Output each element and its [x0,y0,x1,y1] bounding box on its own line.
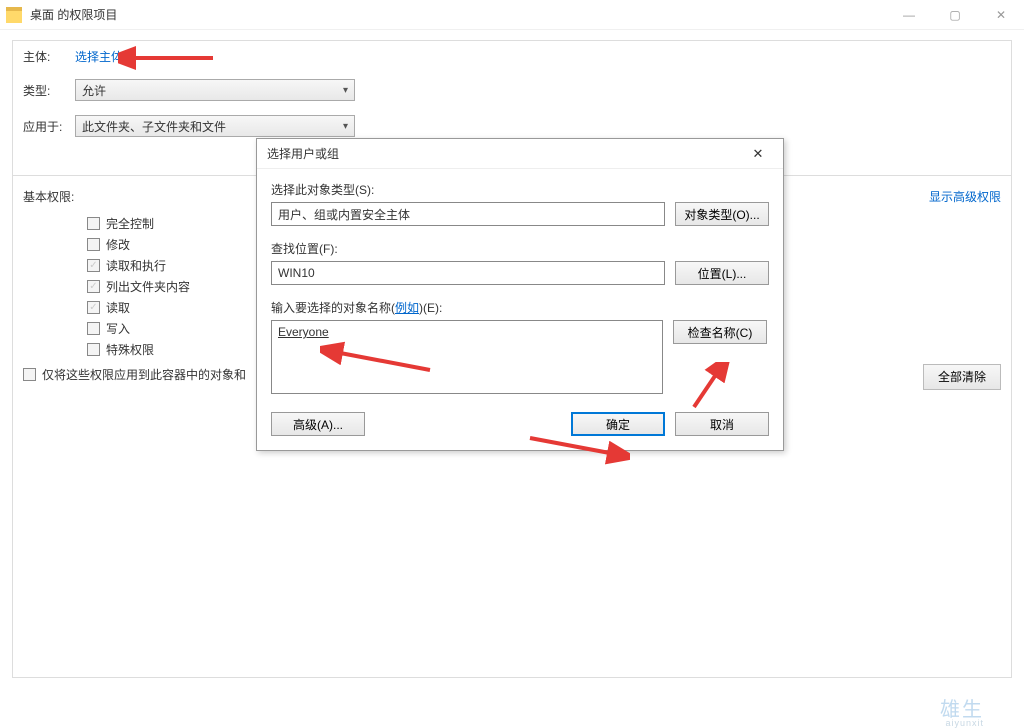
window-title: 桌面 的权限项目 [30,6,117,23]
watermark-sub: aiyunxit [945,718,984,728]
dialog-body: 选择此对象类型(S): 用户、组或内置安全主体 对象类型(O)... 查找位置(… [257,169,783,450]
checkbox-icon: ✓ [87,259,100,272]
titlebar: 桌面 的权限项目 — ▢ ✕ [0,0,1024,30]
clear-all-button[interactable]: 全部清除 [923,364,1001,390]
dialog-close-button[interactable]: ✕ [743,139,773,169]
only-apply-row[interactable]: 仅将这些权限应用到此容器中的对象和 [23,366,246,383]
locations-button[interactable]: 位置(L)... [675,261,769,285]
chevron-down-icon: ▾ [343,121,348,132]
minimize-button[interactable]: — [886,0,932,30]
cancel-button[interactable]: 取消 [675,412,769,436]
object-name-input[interactable]: Everyone [271,320,663,394]
maximize-button[interactable]: ▢ [932,0,978,30]
select-user-dialog: 选择用户或组 ✕ 选择此对象类型(S): 用户、组或内置安全主体 对象类型(O)… [256,138,784,451]
type-row: 类型: 允许 ▾ [13,72,1011,108]
type-dropdown[interactable]: 允许 ▾ [75,79,355,101]
ok-button[interactable]: 确定 [571,412,665,436]
dialog-title: 选择用户或组 [267,145,743,162]
object-name-label: 输入要选择的对象名称(例如)(E): [271,299,769,316]
principal-label: 主体: [23,48,75,65]
type-value: 允许 [82,82,106,99]
checkbox-icon [87,238,100,251]
checkbox-icon: ✓ [87,301,100,314]
dialog-titlebar: 选择用户或组 ✕ [257,139,783,169]
window-controls: — ▢ ✕ [886,0,1024,30]
type-label: 类型: [23,82,75,99]
show-advanced-link[interactable]: 显示高级权限 [929,188,1001,205]
applies-label: 应用于: [23,118,75,135]
close-button[interactable]: ✕ [978,0,1024,30]
chevron-down-icon: ▾ [343,85,348,96]
checkbox-icon [87,322,100,335]
location-field: WIN10 [271,261,665,285]
applies-dropdown[interactable]: 此文件夹、子文件夹和文件 ▾ [75,115,355,137]
checkbox-icon [87,343,100,356]
object-type-field: 用户、组或内置安全主体 [271,202,665,226]
principal-row: 主体: 选择主体 [13,41,1011,72]
check-names-button[interactable]: 检查名称(C) [673,320,767,344]
only-apply-label: 仅将这些权限应用到此容器中的对象和 [42,366,246,383]
select-principal-link[interactable]: 选择主体 [75,48,123,65]
object-types-button[interactable]: 对象类型(O)... [675,202,769,226]
checkbox-icon [23,368,36,381]
location-label: 查找位置(F): [271,240,769,257]
advanced-button[interactable]: 高级(A)... [271,412,365,436]
checkbox-icon [87,217,100,230]
applies-value: 此文件夹、子文件夹和文件 [82,118,226,135]
example-link[interactable]: 例如 [395,301,419,315]
folder-icon [6,7,22,23]
object-type-label: 选择此对象类型(S): [271,181,769,198]
checkbox-icon: ✓ [87,280,100,293]
